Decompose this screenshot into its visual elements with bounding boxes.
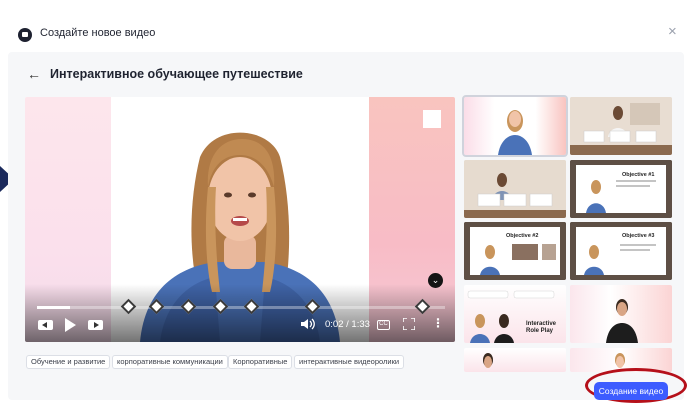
tag-chip[interactable]: интерактивные видеоролики: [294, 355, 405, 369]
video-camera-icon: [18, 28, 32, 42]
slide-thumbnail-image: [570, 160, 672, 218]
play-button[interactable]: [65, 318, 76, 332]
thumbnail-2[interactable]: [570, 97, 672, 155]
background-square: [423, 110, 441, 128]
scroll-down-icon[interactable]: ⌄: [428, 273, 443, 288]
thumbnail-5[interactable]: Objective #2: [464, 222, 566, 280]
more-options-icon[interactable]: ⋮: [432, 317, 444, 329]
presenter-thumbnail-image: [498, 110, 532, 155]
template-title: Интерактивное обучающее путешествие: [50, 67, 303, 81]
fullscreen-icon[interactable]: [403, 318, 415, 330]
office-scene-image: [464, 160, 566, 218]
tag-chip[interactable]: Обучение и развитие: [26, 355, 111, 369]
thumbnail-7[interactable]: Interactive Role Play: [464, 285, 566, 343]
thumbnail-9[interactable]: [464, 348, 566, 372]
create-video-button[interactable]: Создание видео: [594, 382, 668, 400]
dialog-title: Создайте новое видео: [40, 27, 156, 39]
thumbnail-title: Interactive Role Play: [526, 321, 557, 334]
presenter-thumbnail-image: [606, 299, 638, 343]
forward-button[interactable]: [88, 320, 103, 330]
thumbnail-4[interactable]: Objective #1: [570, 160, 672, 218]
dialog-header: Создайте новое видео ×: [0, 0, 690, 46]
rewind-button[interactable]: [38, 320, 53, 330]
thumbnail-title: Objective #1: [622, 172, 655, 178]
tag-chip[interactable]: корпоративные коммуникации: [112, 355, 228, 369]
tag-chip[interactable]: Корпоративные: [228, 355, 293, 369]
thumbnail-6[interactable]: Objective #3: [570, 222, 672, 280]
slide-thumbnail-image: [570, 222, 672, 280]
office-scene-image: [570, 97, 672, 155]
progress-fill: [37, 306, 70, 309]
slide-thumbnail-image: [464, 222, 566, 280]
thumbnail-title: Objective #3: [622, 233, 655, 239]
thumbnail-3[interactable]: [464, 160, 566, 218]
close-icon[interactable]: ×: [668, 24, 677, 40]
captions-button[interactable]: CC: [377, 320, 390, 330]
video-player[interactable]: ⌄ 0:02 / 1:33 CC ⋮: [25, 97, 455, 342]
progress-bar[interactable]: [37, 298, 445, 315]
time-display: 0:02 / 1:33: [325, 319, 370, 330]
thumbnail-title: Objective #2: [506, 233, 539, 239]
thumbnail-8[interactable]: [570, 285, 672, 343]
back-arrow-icon[interactable]: ←: [27, 66, 41, 82]
presenter-thumbnail-image: [483, 353, 493, 368]
volume-icon[interactable]: [301, 318, 315, 330]
thumbnail-1[interactable]: [462, 95, 568, 157]
controls-overlay: [25, 284, 455, 342]
